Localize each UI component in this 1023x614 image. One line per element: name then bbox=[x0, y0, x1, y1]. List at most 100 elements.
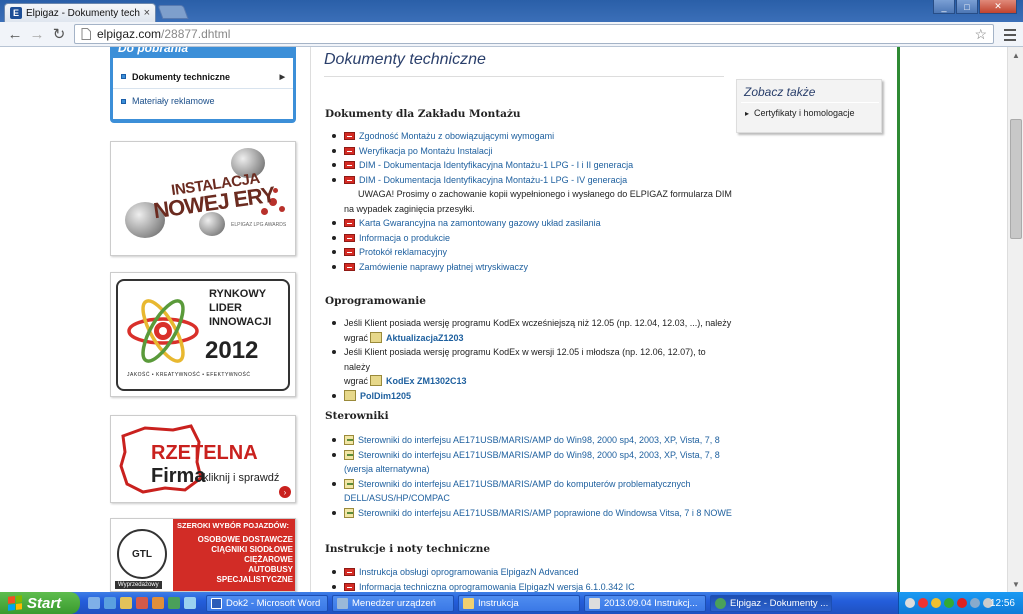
see-also-divider bbox=[741, 102, 879, 103]
list-item[interactable]: Zgodność Montażu z obowiązującymi wymoga… bbox=[332, 129, 732, 144]
list-item[interactable]: Karta Gwarancyjna na zamontowany gazowy … bbox=[332, 216, 732, 231]
maximize-button[interactable]: □ bbox=[956, 0, 978, 14]
desktop-icon[interactable] bbox=[88, 597, 100, 609]
list-item[interactable]: Zamówienie naprawy płatnej wtryskiwaczy bbox=[332, 260, 732, 275]
document-link[interactable]: DIM - Dokumentacja Identyfikacyjna Monta… bbox=[359, 175, 627, 185]
taskbar-item-word[interactable]: Dok2 - Microsoft Word bbox=[206, 594, 328, 612]
menu-icon[interactable] bbox=[1000, 25, 1020, 45]
pdf-icon bbox=[344, 219, 355, 227]
address-bar[interactable]: elpigaz.com /28877.dhtml ☆ bbox=[74, 24, 994, 44]
list-item[interactable]: Instrukcja obsługi oprogramowania Elpiga… bbox=[332, 565, 732, 580]
ie-icon[interactable] bbox=[104, 597, 116, 609]
banner-rzetelna-firma[interactable]: RZETELNA Firma kliknij i sprawdź › bbox=[110, 415, 296, 503]
see-also-link[interactable]: Certyfikaty i homologacje bbox=[745, 108, 855, 118]
document-link[interactable]: Zamówienie naprawy płatnej wtryskiwaczy bbox=[359, 262, 528, 272]
list-item[interactable]: Informacja o produkcie bbox=[332, 231, 732, 246]
start-button[interactable]: Start bbox=[0, 592, 80, 614]
document-link[interactable]: Weryfikacja po Montażu Instalacji bbox=[359, 146, 492, 156]
sidebar-item-label: Materiały reklamowe bbox=[132, 96, 215, 106]
banner-title: SZEROKI WYBÓR POJAZDÓW: bbox=[177, 521, 289, 530]
system-tray: 12:56 bbox=[898, 592, 1023, 614]
task-label: Dok2 - Microsoft Word bbox=[226, 597, 321, 609]
tray-icon[interactable] bbox=[918, 598, 928, 608]
list-item[interactable]: Sterowniki do interfejsu AE171USB/MARIS/… bbox=[332, 506, 732, 521]
close-tab-icon[interactable]: × bbox=[144, 7, 150, 19]
network-icon[interactable] bbox=[970, 598, 980, 608]
list-item[interactable]: DIM - Dokumentacja Identyfikacyjna Monta… bbox=[332, 158, 732, 173]
taskbar-item-device-manager[interactable]: Menedżer urządzeń bbox=[332, 594, 454, 612]
document-link[interactable]: Zgodność Montażu z obowiązującymi wymoga… bbox=[359, 131, 554, 141]
banner-gtl-pojazdy[interactable]: GTL Wyprzedażowy SZEROKI WYBÓR POJAZDÓW:… bbox=[110, 518, 296, 592]
paragraph-text: Jeśli Klient posiada wersję programu Kod… bbox=[344, 347, 706, 372]
browser-tab[interactable]: E Elpigaz - Dokumenty techniczne × bbox=[4, 3, 156, 22]
list-item[interactable]: Informacja techniczna oprogramowania Elp… bbox=[332, 580, 732, 593]
software-link[interactable]: KodEx ZM1302C13 bbox=[386, 376, 467, 386]
back-arrow-icon[interactable]: ← bbox=[4, 24, 26, 44]
driver-link[interactable]: Sterowniki do interfejsu AE171USB/MARIS/… bbox=[358, 479, 691, 489]
list-item[interactable]: Protokół reklamacyjny bbox=[332, 245, 732, 260]
banner-instalacja-nowej-ery[interactable]: INSTALACJA NOWEJ ERY ELPIGAZ LPG AWARDS bbox=[110, 141, 296, 256]
minimize-button[interactable]: _ bbox=[933, 0, 955, 14]
new-tab-button[interactable] bbox=[157, 5, 189, 19]
media-icon[interactable] bbox=[136, 597, 148, 609]
url-path: /28877.dhtml bbox=[161, 27, 231, 41]
atom-icon bbox=[127, 299, 199, 363]
list-item[interactable]: Sterowniki do interfejsu AE171USB/MARIS/… bbox=[332, 448, 732, 463]
banner-list-item: CIĄGNIKI SIODŁOWE bbox=[211, 545, 293, 554]
scroll-thumb[interactable] bbox=[1010, 119, 1022, 239]
firefox-icon[interactable] bbox=[152, 597, 164, 609]
banner-list-item: AUTOBUSY bbox=[248, 565, 293, 574]
tray-icon[interactable] bbox=[944, 598, 954, 608]
tray-icon[interactable] bbox=[905, 598, 915, 608]
task-label: 2013.09.04 Instrukcj... bbox=[604, 597, 698, 609]
software-link[interactable]: PolDim1205 bbox=[360, 391, 411, 401]
reload-icon[interactable]: ↻ bbox=[48, 24, 70, 44]
sidebar-item-materialy-reklamowe[interactable]: Materiały reklamowe bbox=[113, 89, 293, 113]
document-link[interactable]: Instrukcja obsługi oprogramowania Elpiga… bbox=[359, 567, 579, 577]
taskbar-item-instrukcja[interactable]: Instrukcja bbox=[458, 594, 580, 612]
taskbar-item-chrome[interactable]: Elpigaz - Dokumenty ... bbox=[710, 594, 832, 612]
folder-icon[interactable] bbox=[120, 597, 132, 609]
driver-link[interactable]: Sterowniki do interfejsu AE171USB/MARIS/… bbox=[358, 450, 720, 460]
browser-toolbar: ← → ↻ elpigaz.com /28877.dhtml ☆ bbox=[0, 22, 1023, 47]
list-item[interactable]: Weryfikacja po Montażu Instalacji bbox=[332, 144, 732, 159]
document-link[interactable]: DIM - Dokumentacja Identyfikacyjna Monta… bbox=[359, 160, 633, 170]
driver-link[interactable]: Sterowniki do interfejsu AE171USB/MARIS/… bbox=[358, 508, 732, 518]
taskbar-item-document[interactable]: 2013.09.04 Instrukcj... bbox=[584, 594, 706, 612]
driver-link[interactable]: (wersja alternatywna) bbox=[344, 464, 430, 474]
list-item[interactable]: PolDim1205 bbox=[332, 389, 732, 404]
document-link[interactable]: Protokół reklamacyjny bbox=[359, 247, 447, 257]
chrome-icon[interactable] bbox=[168, 597, 180, 609]
close-window-button[interactable]: ✕ bbox=[979, 0, 1017, 14]
app-icon[interactable] bbox=[184, 597, 196, 609]
tray-icon[interactable] bbox=[957, 598, 967, 608]
list-item-continuation: wgrać AktualizacjaZ1203 bbox=[332, 331, 732, 346]
list-item[interactable]: DIM - Dokumentacja Identyfikacyjna Monta… bbox=[332, 173, 732, 188]
shield-icon[interactable] bbox=[931, 598, 941, 608]
list-item-continuation[interactable]: DELL/ASUS/HP/COMPAC bbox=[332, 491, 732, 506]
sidebar-item-label: Dokumenty techniczne bbox=[132, 71, 231, 82]
document-link[interactable]: Informacja techniczna oprogramowania Elp… bbox=[359, 582, 635, 592]
zip-file-icon bbox=[370, 331, 383, 343]
forward-arrow-icon[interactable]: → bbox=[26, 24, 48, 44]
document-link[interactable]: Informacja o produkcie bbox=[359, 233, 450, 243]
document-link[interactable]: Karta Gwarancyjna na zamontowany gazowy … bbox=[359, 218, 601, 228]
scroll-down-icon[interactable]: ▼ bbox=[1008, 576, 1023, 592]
banner-rynkowy-lider[interactable]: RYNKOWY LIDER INNOWACJI 2012 JAKOŚĆ • KR… bbox=[110, 272, 296, 397]
scroll-up-icon[interactable]: ▲ bbox=[1008, 47, 1023, 63]
banner-list-item: SPECJALISTYCZNE bbox=[216, 575, 293, 584]
driver-link[interactable]: Sterowniki do interfejsu AE171USB/MARIS/… bbox=[358, 435, 720, 445]
section-heading-montaz: Dokumenty dla Zakładu Montażu bbox=[325, 108, 521, 120]
list-item-continuation[interactable]: (wersja alternatywna) bbox=[332, 462, 732, 477]
pdf-icon bbox=[344, 146, 355, 155]
sidebar-item-dokumenty-techniczne[interactable]: Dokumenty techniczne ▶ bbox=[113, 65, 293, 89]
list-item[interactable]: Sterowniki do interfejsu AE171USB/MARIS/… bbox=[332, 477, 732, 492]
driver-link[interactable]: DELL/ASUS/HP/COMPAC bbox=[344, 493, 450, 503]
list-item[interactable]: Sterowniki do interfejsu AE171USB/MARIS/… bbox=[332, 433, 732, 448]
title-divider bbox=[324, 76, 724, 77]
page-scrollbar[interactable]: ▲ ▼ bbox=[1007, 47, 1023, 592]
bookmark-star-icon[interactable]: ☆ bbox=[974, 26, 987, 43]
banner-year: 2012 bbox=[205, 337, 259, 364]
software-link[interactable]: AktualizacjaZ1203 bbox=[386, 333, 464, 343]
gtl-logo: GTL bbox=[117, 529, 167, 579]
